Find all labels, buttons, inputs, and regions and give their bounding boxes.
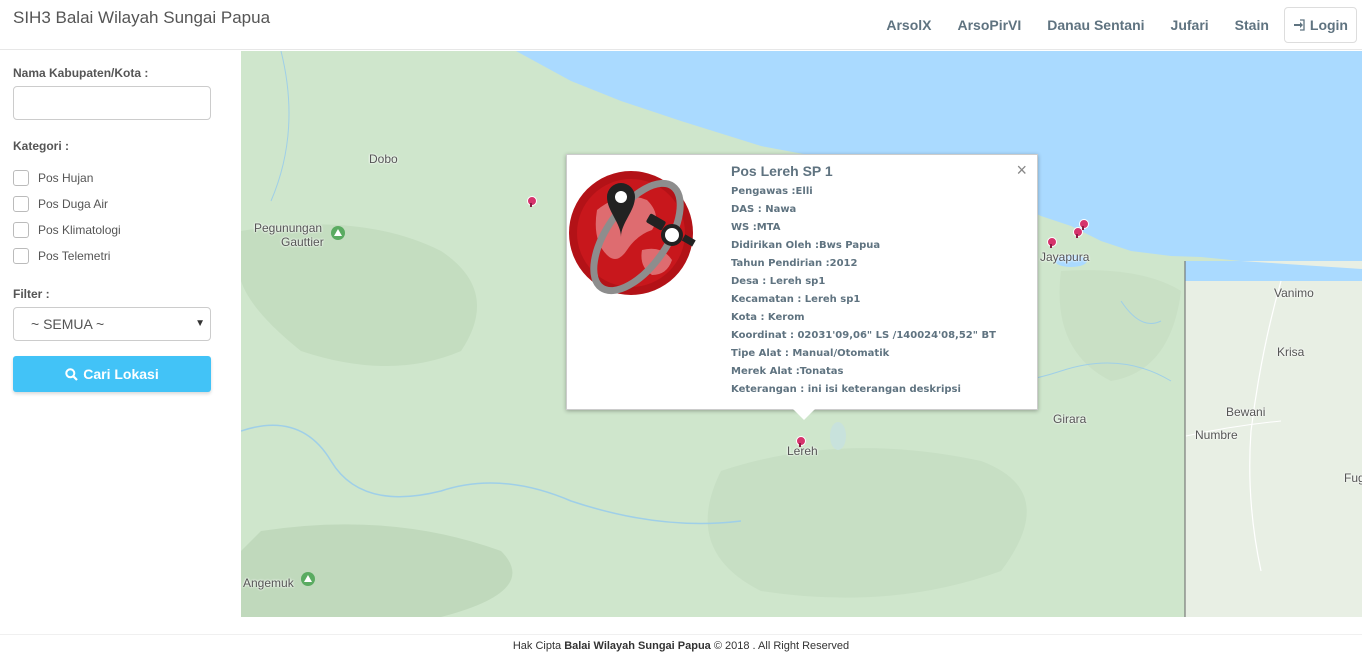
place-label-girara: Girara	[1053, 412, 1087, 426]
login-label: Login	[1309, 17, 1348, 33]
kategori-label: Kategori :	[13, 139, 70, 153]
login-button[interactable]: Login	[1283, 7, 1357, 43]
popup-title: Pos Lereh SP 1	[731, 163, 833, 179]
app-title[interactable]: SIH3 Balai Wilayah Sungai Papua	[13, 8, 270, 28]
map-view[interactable]: Dobo Pegunungan Gauttier Jayapura Vanimo…	[241, 51, 1362, 617]
nav-item-jufari[interactable]: Jufari	[1158, 3, 1222, 47]
search-sidebar: Nama Kabupaten/Kota : Kategori : Pos Huj…	[0, 51, 241, 617]
kabupaten-label: Nama Kabupaten/Kota :	[13, 66, 149, 80]
checkbox[interactable]	[13, 248, 29, 264]
place-label-pegunungan: Pegunungan	[254, 221, 323, 235]
detail-tahun-pendirian: Tahun Pendirian :2012	[731, 258, 858, 269]
place-label-angemuk: Angemuk	[243, 576, 294, 590]
nav-item-arsopirvi[interactable]: ArsoPirVI	[944, 3, 1034, 47]
checkbox-pos-klimatologi[interactable]: Pos Klimatologi	[13, 222, 121, 238]
detail-ws: WS :MTA	[731, 222, 781, 233]
checkbox-pos-hujan[interactable]: Pos Hujan	[13, 170, 93, 186]
page-footer: Hak Cipta Balai Wilayah Sungai Papua © 2…	[0, 634, 1362, 658]
place-label-gauttier: Gauttier	[281, 235, 324, 249]
footer-suffix: © 2018 . All Right Reserved	[713, 640, 850, 652]
place-label-dobo: Dobo	[369, 152, 398, 166]
station-info-popup: × Pos Lereh SP 1 Pengawas :Elli DAS : Na…	[566, 154, 1038, 420]
place-label-vanimo: Vanimo	[1274, 286, 1314, 300]
station-marker[interactable]	[1047, 237, 1057, 248]
nav-menu: ArsolX ArsoPirVI Danau Sentani Jufari St…	[873, 0, 1362, 50]
place-label-krisa: Krisa	[1277, 345, 1305, 359]
detail-didirikan-oleh: Didirikan Oleh :Bws Papua	[731, 240, 881, 251]
checkbox-pos-duga-air[interactable]: Pos Duga Air	[13, 196, 108, 212]
cari-lokasi-button[interactable]: Cari Lokasi	[13, 356, 211, 392]
checkbox[interactable]	[13, 170, 29, 186]
place-label-lereh: Lereh	[787, 444, 818, 458]
kabupaten-input[interactable]	[13, 86, 211, 120]
detail-desa: Desa : Lereh sp1	[731, 276, 826, 287]
checkbox[interactable]	[13, 196, 29, 212]
filter-label: Filter :	[13, 287, 50, 301]
cari-lokasi-label: Cari Lokasi	[83, 366, 159, 382]
checkbox-pos-telemetri[interactable]: Pos Telemetri	[13, 248, 110, 264]
detail-das: DAS : Nawa	[731, 204, 797, 215]
detail-pengawas: Pengawas :Elli	[731, 186, 813, 197]
nav-item-stain[interactable]: Stain	[1222, 3, 1282, 47]
search-icon	[65, 367, 79, 381]
detail-kota: Kota : Kerom	[731, 312, 805, 323]
footer-org: Balai Wilayah Sungai Papua	[564, 640, 711, 652]
detail-tipe-alat: Tipe Alat : Manual/Otomatik	[731, 348, 890, 359]
nav-item-arsolx[interactable]: ArsolX	[873, 3, 944, 47]
close-icon[interactable]: ×	[1016, 160, 1027, 181]
checkbox-label: Pos Klimatologi	[38, 223, 121, 237]
detail-keterangan: Keterangan : ini isi keterangan deskrips…	[731, 384, 961, 395]
place-label-bewani: Bewani	[1226, 405, 1266, 419]
detail-koordinat: Koordinat : 02031'09,06" LS /140024'08,5…	[731, 330, 996, 341]
place-label-jayapura: Jayapura	[1040, 250, 1090, 264]
sign-in-icon	[1293, 19, 1305, 31]
station-logo-icon	[569, 171, 696, 295]
nav-item-danau-sentani[interactable]: Danau Sentani	[1034, 3, 1157, 47]
station-marker[interactable]	[527, 196, 537, 207]
filter-selected-value: ~ SEMUA ~	[31, 316, 105, 332]
checkbox-label: Pos Hujan	[38, 171, 94, 185]
place-label-fug: Fug	[1344, 471, 1362, 485]
checkbox[interactable]	[13, 222, 29, 238]
station-marker[interactable]	[1079, 219, 1089, 230]
detail-kecamatan: Kecamatan : Lereh sp1	[731, 294, 861, 305]
checkbox-label: Pos Duga Air	[38, 197, 109, 211]
chevron-down-icon: ▼	[195, 318, 205, 329]
detail-merek-alat: Merek Alat :Tonatas	[731, 366, 844, 377]
filter-select[interactable]: ~ SEMUA ~ ▼	[13, 307, 211, 341]
top-navbar: SIH3 Balai Wilayah Sungai Papua ArsolX A…	[0, 0, 1362, 50]
footer-prefix: Hak Cipta	[512, 640, 562, 652]
popup-details: Pengawas :Elli DAS : Nawa WS :MTA Didiri…	[731, 185, 996, 401]
place-label-numbre: Numbre	[1195, 428, 1238, 442]
checkbox-label: Pos Telemetri	[38, 249, 111, 263]
